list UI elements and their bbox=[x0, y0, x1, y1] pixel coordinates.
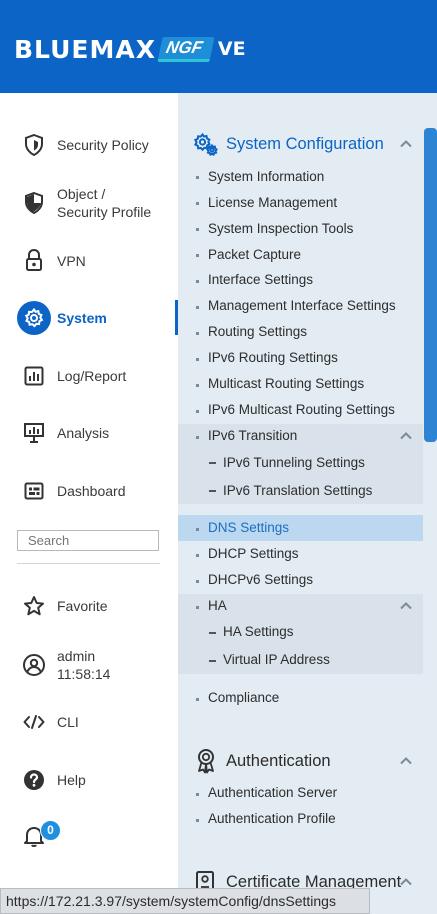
menu-item-routing-settings[interactable]: Routing Settings bbox=[208, 323, 307, 341]
sidebar-user[interactable]: admin 11:58:14 bbox=[0, 645, 176, 685]
sidebar-item-help[interactable]: Help bbox=[0, 767, 176, 793]
sidebar-item-label: VPN bbox=[57, 253, 86, 269]
sidebar-item-security-policy[interactable]: Security Policy bbox=[0, 132, 176, 158]
shield-icon bbox=[22, 133, 46, 157]
award-icon bbox=[193, 748, 219, 774]
menu-item-dns-settings[interactable]: DNS Settings bbox=[208, 519, 289, 537]
bullet bbox=[196, 332, 199, 335]
bullet bbox=[196, 306, 199, 309]
bullet bbox=[196, 793, 199, 796]
bullet bbox=[196, 436, 199, 439]
sidebar-item-vpn[interactable]: VPN bbox=[0, 248, 176, 274]
help-label: Help bbox=[57, 772, 86, 788]
menu-item-packet-capture[interactable]: Packet Capture bbox=[208, 246, 301, 264]
gears-icon bbox=[193, 131, 219, 157]
chevron-up-icon[interactable] bbox=[399, 875, 413, 889]
menu-item-dhcpv6-settings[interactable]: DHCPv6 Settings bbox=[208, 571, 313, 589]
sub-bullet bbox=[209, 462, 216, 464]
star-icon bbox=[22, 594, 46, 618]
menu-item-authentication-server[interactable]: Authentication Server bbox=[208, 784, 337, 802]
bullet bbox=[196, 176, 199, 179]
presentation-icon bbox=[22, 421, 46, 445]
panel-scrollbar[interactable] bbox=[424, 128, 437, 442]
code-icon bbox=[22, 710, 46, 734]
gear-icon bbox=[17, 301, 51, 335]
brand-name: BLUEMAX bbox=[14, 34, 156, 64]
sidebar-item-label: Analysis bbox=[57, 425, 110, 441]
sidebar-search-input[interactable] bbox=[17, 530, 159, 551]
sidebar-divider bbox=[17, 563, 160, 564]
user-name: admin bbox=[57, 648, 96, 664]
sidebar-item-cli[interactable]: CLI bbox=[0, 709, 176, 735]
menu-item-ipv6-routing-settings[interactable]: IPv6 Routing Settings bbox=[208, 349, 338, 367]
menu-item-system-inspection-tools[interactable]: System Inspection Tools bbox=[208, 220, 353, 238]
bullet bbox=[196, 358, 199, 361]
lock-icon bbox=[22, 248, 46, 272]
dashboard-icon bbox=[22, 479, 46, 503]
bullet bbox=[196, 606, 199, 609]
bullet bbox=[196, 254, 199, 257]
brand-ve-tag: VE bbox=[217, 38, 246, 60]
menu-item-ipv6-transition[interactable]: IPv6 Transition bbox=[208, 427, 297, 445]
cli-label: CLI bbox=[57, 714, 79, 730]
section-authentication[interactable]: Authentication bbox=[226, 752, 331, 771]
sidebar-item-system[interactable]: System bbox=[0, 300, 176, 336]
sidebar-item-label: System bbox=[57, 310, 107, 326]
bullet bbox=[196, 384, 199, 387]
help-icon bbox=[22, 768, 46, 792]
menu-item-ipv6-translation-settings[interactable]: IPv6 Translation Settings bbox=[223, 482, 372, 500]
menu-item-ha[interactable]: HA bbox=[208, 597, 227, 615]
menu-item-license-management[interactable]: License Management bbox=[208, 194, 337, 212]
brand-ngf-tag: NGF bbox=[157, 36, 215, 62]
bullet bbox=[196, 202, 199, 205]
sub-bullet bbox=[209, 660, 216, 662]
bullet bbox=[196, 819, 199, 822]
section-system-configuration[interactable]: System Configuration bbox=[226, 135, 384, 154]
menu-item-system-information[interactable]: System Information bbox=[208, 168, 324, 186]
menu-item-management-interface-settings[interactable]: Management Interface Settings bbox=[208, 297, 396, 315]
sub-bullet bbox=[209, 490, 216, 492]
notification-badge: 0 bbox=[40, 820, 61, 841]
brand-logo[interactable]: BLUEMAX NGF VE bbox=[14, 34, 246, 64]
bullet bbox=[196, 554, 199, 557]
bullet bbox=[196, 280, 199, 283]
menu-item-ipv6-multicast-routing-settings[interactable]: IPv6 Multicast Routing Settings bbox=[208, 401, 395, 419]
bullet bbox=[196, 228, 199, 231]
user-avatar-icon bbox=[22, 653, 46, 677]
bullet bbox=[196, 528, 199, 531]
menu-item-dhcp-settings[interactable]: DHCP Settings bbox=[208, 545, 299, 563]
shield-half-icon bbox=[22, 191, 46, 215]
menu-item-ha-settings[interactable]: HA Settings bbox=[223, 623, 294, 641]
sidebar-item-favorite[interactable]: Favorite bbox=[0, 593, 176, 619]
sidebar-item-label: Log/Report bbox=[57, 368, 127, 384]
menu-item-authentication-profile[interactable]: Authentication Profile bbox=[208, 810, 336, 828]
sidebar-item-log-report[interactable]: Log/Report bbox=[0, 363, 176, 389]
sidebar-item-label: Dashboard bbox=[57, 483, 126, 499]
menu-item-virtual-ip-address[interactable]: Virtual IP Address bbox=[223, 651, 330, 669]
bullet bbox=[196, 698, 199, 701]
favorite-label: Favorite bbox=[57, 598, 108, 614]
session-time: 11:58:14 bbox=[57, 666, 111, 682]
bar-chart-icon bbox=[22, 364, 46, 388]
chevron-up-icon[interactable] bbox=[399, 599, 413, 613]
browser-status-bar: https://172.21.3.97/system/systemConfig/… bbox=[0, 888, 370, 914]
sidebar-item-label: Object / Security Profile bbox=[57, 186, 152, 220]
chevron-up-icon[interactable] bbox=[399, 754, 413, 768]
bullet bbox=[196, 410, 199, 413]
bullet bbox=[196, 580, 199, 583]
menu-item-interface-settings[interactable]: Interface Settings bbox=[208, 271, 313, 289]
chevron-up-icon[interactable] bbox=[399, 429, 413, 443]
chevron-up-icon[interactable] bbox=[399, 137, 413, 151]
app-header: BLUEMAX NGF VE bbox=[0, 0, 437, 93]
sidebar-item-label: Security Policy bbox=[57, 137, 149, 153]
menu-item-multicast-routing-settings[interactable]: Multicast Routing Settings bbox=[208, 375, 364, 393]
sidebar-item-dashboard[interactable]: Dashboard bbox=[0, 478, 176, 504]
sidebar-item-analysis[interactable]: Analysis bbox=[0, 420, 176, 446]
menu-item-compliance[interactable]: Compliance bbox=[208, 689, 279, 707]
sidebar-item-object-security-profile[interactable]: Object / Security Profile bbox=[0, 183, 176, 223]
menu-item-ipv6-tunneling-settings[interactable]: IPv6 Tunneling Settings bbox=[223, 454, 365, 472]
sub-bullet bbox=[209, 632, 216, 634]
